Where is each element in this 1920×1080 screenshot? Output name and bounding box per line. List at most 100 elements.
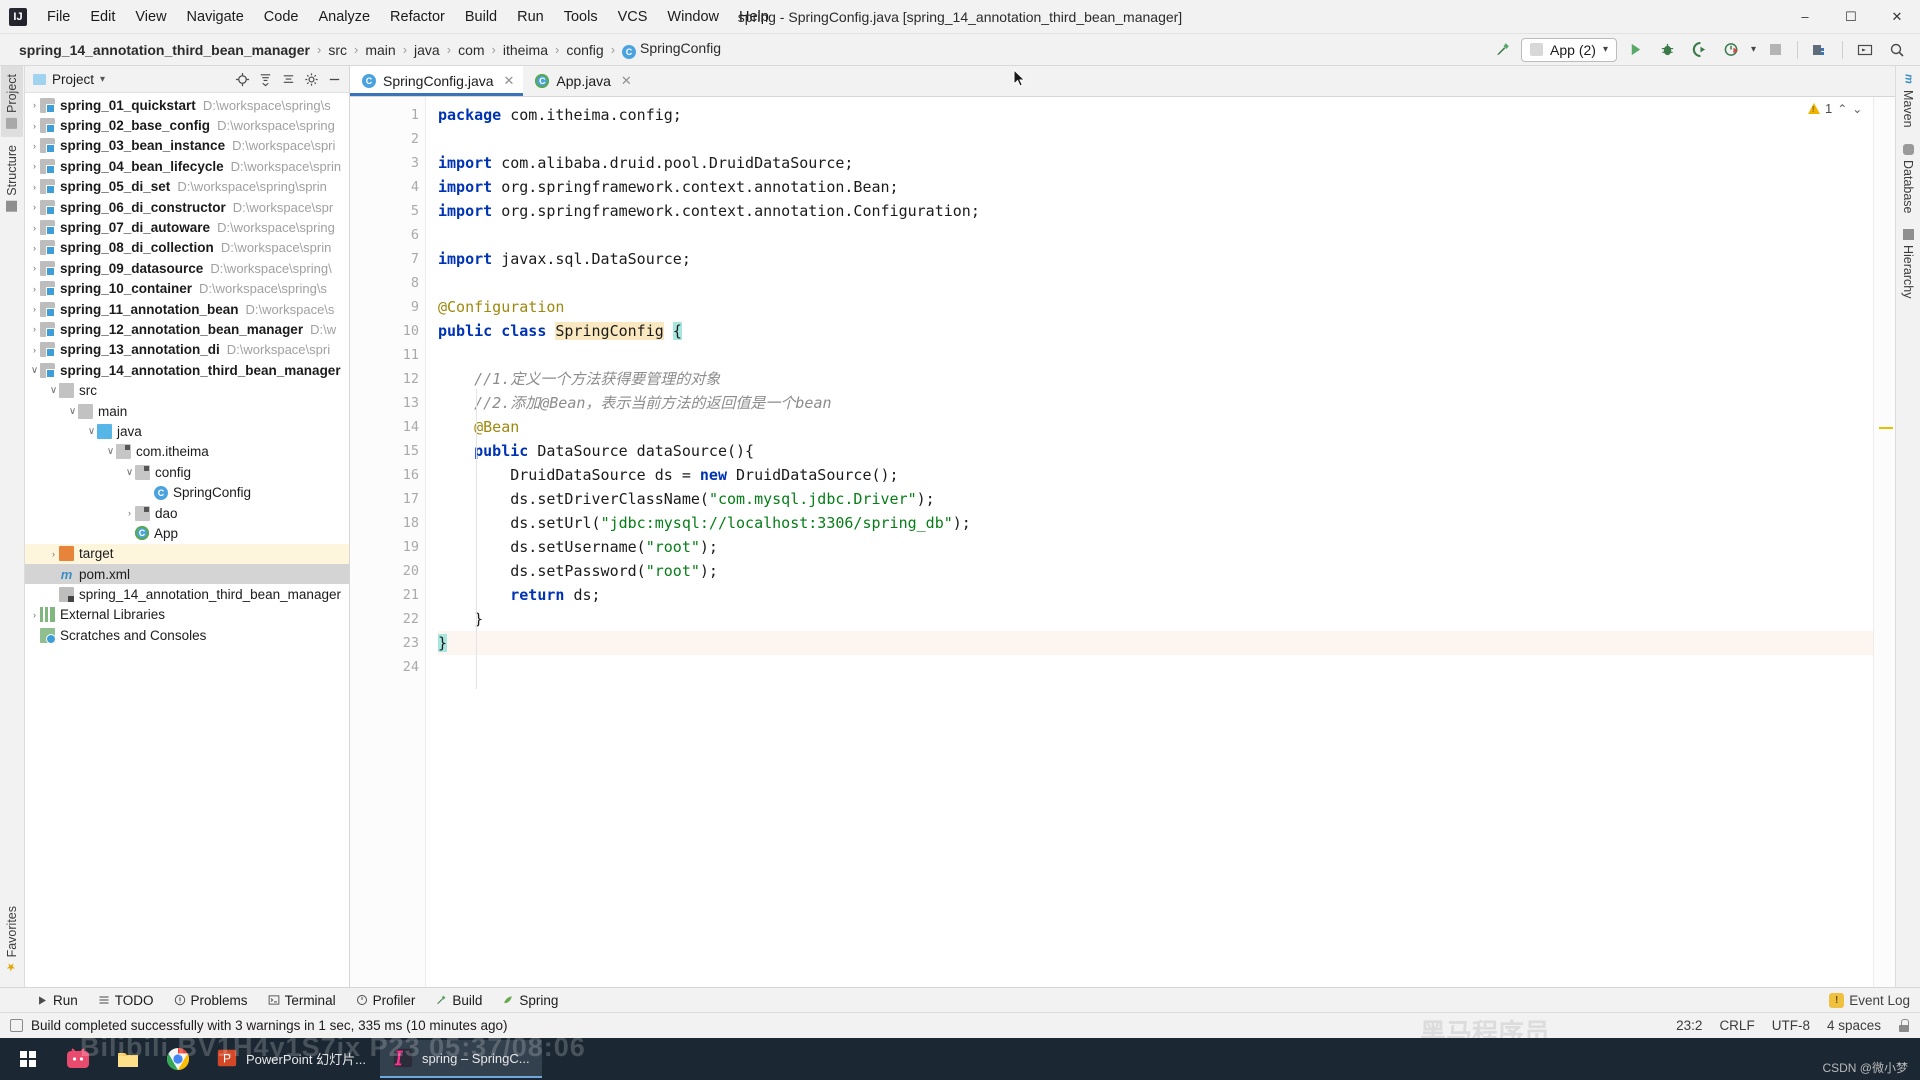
sidebar-tab-favorites[interactable]: ★ Favorites: [1, 898, 23, 981]
taskbar-app-powerpoint[interactable]: P PowerPoint 幻灯片...: [204, 1040, 378, 1078]
tree-node[interactable]: › spring_04_bean_lifecycle D:\workspace\sp…: [25, 156, 349, 176]
tree-node[interactable]: C SpringConfig: [25, 482, 349, 502]
chevron-right-icon[interactable]: ›: [29, 181, 40, 192]
caret-position[interactable]: 23:2: [1676, 1018, 1702, 1033]
file-encoding[interactable]: UTF-8: [1772, 1018, 1810, 1033]
tool-button-spring[interactable]: Spring: [493, 991, 567, 1010]
hide-panel-icon[interactable]: [324, 69, 345, 90]
chevron-right-icon[interactable]: ›: [29, 324, 40, 335]
inspection-status[interactable]: 1 ⌃ ⌄: [1808, 101, 1862, 116]
code-line[interactable]: [438, 127, 1873, 151]
chevron-right-icon[interactable]: ›: [29, 609, 40, 620]
gutter-line[interactable]: 21: [350, 583, 425, 607]
code-line[interactable]: import org.springframework.context.annot…: [438, 199, 1873, 223]
tree-node[interactable]: ∨ com.itheima: [25, 442, 349, 462]
file-explorer-icon[interactable]: [104, 1038, 152, 1080]
tree-node[interactable]: › spring_09_datasource D:\workspace\spring…: [25, 258, 349, 278]
gutter-line[interactable]: 1: [350, 103, 425, 127]
inspection-gutter[interactable]: 1 ⌃ ⌄: [1808, 97, 1895, 987]
code-line[interactable]: ds.setDriverClassName("com.mysql.jdbc.Dr…: [438, 487, 1873, 511]
tree-node[interactable]: › External Libraries: [25, 605, 349, 625]
search-everywhere-icon[interactable]: [1884, 38, 1910, 62]
close-button[interactable]: ✕: [1874, 0, 1920, 34]
tree-node[interactable]: C App: [25, 523, 349, 543]
chrome-icon[interactable]: [154, 1038, 202, 1080]
gutter-line[interactable]: 16: [350, 463, 425, 487]
tool-button-profiler[interactable]: Profiler: [347, 991, 425, 1010]
code-line[interactable]: }: [438, 631, 1873, 655]
project-tree[interactable]: › spring_01_quickstart D:\workspace\spring…: [25, 93, 349, 987]
chevron-right-icon[interactable]: ›: [29, 120, 40, 131]
chevron-right-icon[interactable]: ›: [29, 140, 40, 151]
run-play-icon[interactable]: [1623, 38, 1649, 62]
sidebar-tab-database[interactable]: Database: [1897, 136, 1919, 222]
maximize-button[interactable]: ☐: [1828, 0, 1874, 34]
code-line[interactable]: [438, 223, 1873, 247]
sidebar-tab-hierarchy[interactable]: Hierarchy: [1897, 221, 1919, 307]
collapse-all-icon[interactable]: [278, 69, 299, 90]
code-line[interactable]: DruidDataSource ds = new DruidDataSource…: [438, 463, 1873, 487]
chevron-right-icon[interactable]: ›: [29, 344, 40, 355]
code-line[interactable]: [438, 655, 1873, 679]
tool-button-problems[interactable]: Problems: [165, 991, 257, 1010]
menu-vcs[interactable]: VCS: [608, 5, 658, 29]
close-icon[interactable]: ✕: [621, 73, 632, 89]
gutter-line[interactable]: 3−: [350, 151, 455, 175]
tab-springconfig-java[interactable]: C SpringConfig.java ✕: [350, 66, 524, 96]
expand-all-icon[interactable]: [255, 69, 276, 90]
project-structure-icon[interactable]: [1807, 38, 1833, 62]
gutter-line[interactable]: 23: [350, 631, 425, 655]
tree-node[interactable]: ∨ java: [25, 421, 349, 441]
code-line[interactable]: ds.setPassword("root");: [438, 559, 1873, 583]
indent-setting[interactable]: 4 spaces: [1827, 1018, 1881, 1033]
gutter-line[interactable]: 24: [350, 655, 425, 679]
breadcrumb-src[interactable]: src: [325, 40, 350, 60]
code-line[interactable]: import javax.sql.DataSource;: [438, 247, 1873, 271]
chevron-down-icon[interactable]: ∨: [86, 426, 97, 437]
breadcrumb-root[interactable]: spring_14_annotation_third_bean_manager: [16, 40, 313, 60]
tree-node[interactable]: › spring_10_container D:\workspace\spring\…: [25, 279, 349, 299]
tool-button-terminal[interactable]: Terminal: [259, 991, 345, 1010]
chevron-right-icon[interactable]: ›: [29, 161, 40, 172]
gutter-line[interactable]: 22−: [350, 607, 455, 631]
bilibili-icon[interactable]: [54, 1038, 102, 1080]
sidebar-tab-structure[interactable]: Structure: [1, 137, 23, 220]
tab-app-java[interactable]: C App.java ✕: [523, 66, 640, 96]
tool-button-run[interactable]: Run: [28, 991, 87, 1010]
menu-file[interactable]: File: [37, 5, 80, 29]
run-configuration-selector[interactable]: App (2) ▾: [1521, 37, 1617, 62]
gutter-line[interactable]: 15−: [350, 439, 455, 463]
chevron-down-icon[interactable]: ∨: [67, 406, 78, 417]
editor-gutter[interactable]: 123−4567−89101112−13−1415−16171819202122…: [350, 97, 455, 987]
tree-node[interactable]: ∨ spring_14_annotation_third_bean_manager: [25, 360, 349, 380]
tree-node[interactable]: ∨ config: [25, 462, 349, 482]
sidebar-tab-project[interactable]: Project: [1, 66, 23, 137]
menu-build[interactable]: Build: [455, 5, 507, 29]
breadcrumb-config[interactable]: config: [563, 40, 606, 60]
breadcrumb-main[interactable]: main: [362, 40, 398, 60]
run-with-coverage-icon[interactable]: [1687, 38, 1713, 62]
chevron-right-icon[interactable]: ›: [29, 283, 40, 294]
profiler-icon[interactable]: [1719, 38, 1745, 62]
minimize-button[interactable]: –: [1782, 0, 1828, 34]
menu-window[interactable]: Window: [657, 5, 729, 29]
settings-gear-icon[interactable]: [301, 69, 322, 90]
gutter-line[interactable]: 2: [350, 127, 425, 151]
gutter-line[interactable]: 4: [350, 175, 425, 199]
tree-node[interactable]: spring_14_annotation_third_bean_manager: [25, 584, 349, 604]
tree-node[interactable]: › spring_12_annotation_bean_manager D:\w: [25, 319, 349, 339]
chevron-up-icon[interactable]: ⌃: [1837, 102, 1847, 116]
tree-node[interactable]: › spring_07_di_autoware D:\workspace\sprin…: [25, 217, 349, 237]
chevron-right-icon[interactable]: ›: [29, 222, 40, 233]
gutter-line[interactable]: 14: [350, 415, 443, 439]
tree-node[interactable]: › spring_02_base_config D:\workspace\sprin…: [25, 115, 349, 135]
gutter-line[interactable]: 6: [350, 223, 425, 247]
chevron-down-icon[interactable]: ∨: [105, 446, 116, 457]
menu-edit[interactable]: Edit: [80, 5, 125, 29]
tree-node[interactable]: Scratches and Consoles: [25, 625, 349, 645]
tool-button-build[interactable]: Build: [426, 991, 491, 1010]
gutter-line[interactable]: 19: [350, 535, 425, 559]
debug-bug-icon[interactable]: [1655, 38, 1681, 62]
taskbar-app-intellij[interactable]: spring – SpringC...: [379, 1040, 542, 1078]
code-line[interactable]: //1.定义一个方法获得要管理的对象: [438, 367, 1873, 391]
